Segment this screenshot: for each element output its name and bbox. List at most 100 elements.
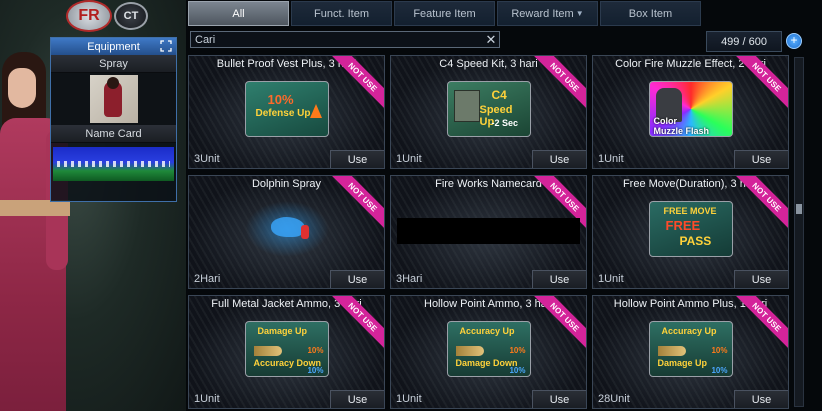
use-button[interactable]: Use xyxy=(532,150,586,168)
search-box: ✕ xyxy=(190,31,500,48)
item-unit: 1Unit xyxy=(598,153,624,165)
icon-text: Defense Up xyxy=(255,108,311,119)
tab-box-item[interactable]: Box Item xyxy=(600,1,701,26)
item-card[interactable]: Free Move(Duration), 3 hari NOT USE FREE… xyxy=(592,175,789,289)
spray-slot[interactable] xyxy=(51,73,176,125)
icon-text: C4 xyxy=(491,88,507,102)
tab-label: Reward Item xyxy=(511,7,574,20)
free-move-icon: FREE MOVE FREE PASS xyxy=(648,201,733,257)
icon-text: Muzzle Flash xyxy=(653,126,710,136)
item-card[interactable]: C4 Speed Kit, 3 hari NOT USE C4 Speed Up… xyxy=(390,55,587,169)
tab-reward-item[interactable]: Reward Item ▼ xyxy=(497,1,598,26)
inventory-count: 499 / 600 xyxy=(706,31,782,52)
item-unit: 3Hari xyxy=(396,273,423,285)
character-belt xyxy=(0,200,70,216)
item-grid: Bullet Proof Vest Plus, 3 hari NOT USE 1… xyxy=(188,55,790,409)
muzzle-effect-icon: Color Muzzle Flash xyxy=(648,81,733,137)
use-button[interactable]: Use xyxy=(734,390,788,408)
icon-text: FREE MOVE xyxy=(663,206,717,216)
namecard-pattern xyxy=(57,161,170,167)
icon-text: Accuracy Up xyxy=(459,326,515,336)
dolphin-accent xyxy=(300,225,309,239)
namecard-slot[interactable] xyxy=(53,147,174,181)
icon-text: 10% xyxy=(307,366,324,375)
tab-all[interactable]: All xyxy=(188,1,289,26)
equipped-spray-image xyxy=(89,75,138,123)
item-card[interactable]: Full Metal Jacket Ammo, 3 hari NOT USE D… xyxy=(188,295,385,409)
item-unit: 3Unit xyxy=(194,153,220,165)
kit-case-icon xyxy=(453,90,480,122)
clear-search-icon[interactable]: ✕ xyxy=(483,32,499,47)
equipment-title: Equipment xyxy=(87,40,140,53)
fr-logo-badge: FR xyxy=(66,0,112,32)
icon-text: 10% xyxy=(509,346,526,355)
icon-text: Color xyxy=(653,116,678,126)
item-unit: 1Unit xyxy=(396,393,422,405)
inventory-scrollbar[interactable] xyxy=(794,57,804,407)
dolphin-spray-icon xyxy=(244,201,329,257)
bullet-icon xyxy=(253,346,282,356)
icon-text: PASS xyxy=(679,234,712,248)
icon-text: 10% xyxy=(267,92,294,107)
bullet-icon xyxy=(455,346,484,356)
tab-feature-item[interactable]: Feature Item xyxy=(394,1,495,26)
item-unit: 1Unit xyxy=(598,273,624,285)
ct-logo-badge: CT xyxy=(114,2,148,30)
icon-text: 10% xyxy=(711,366,728,375)
icon-text: 10% xyxy=(307,346,324,355)
item-unit: 1Unit xyxy=(194,393,220,405)
namecard-icon xyxy=(397,218,580,244)
expand-icon[interactable] xyxy=(160,40,172,52)
tab-label: All xyxy=(232,7,245,20)
tab-label: Feature Item xyxy=(413,7,476,20)
inventory-panel: All Funct. Item Feature Item Reward Item… xyxy=(186,0,822,411)
category-tabs: All Funct. Item Feature Item Reward Item… xyxy=(188,1,701,26)
tab-label: Funct. Item xyxy=(313,7,370,20)
item-card[interactable]: Fire Works Namecard NOT USE 3Hari Use xyxy=(390,175,587,289)
item-card[interactable]: Hollow Point Ammo, 3 hari NOT USE Accura… xyxy=(390,295,587,409)
character-face xyxy=(8,68,36,108)
ammo-icon: Damage Up Accuracy Down 10% 10% xyxy=(244,321,329,377)
item-unit: 28Unit xyxy=(598,393,630,405)
item-card[interactable]: Hollow Point Ammo Plus, 1 hari NOT USE A… xyxy=(592,295,789,409)
equipment-header: Equipment xyxy=(51,38,176,55)
vest-icon: 10% Defense Up xyxy=(244,81,329,137)
item-unit: 2Hari xyxy=(194,273,221,285)
icon-text: 10% xyxy=(711,346,728,355)
use-button[interactable]: Use xyxy=(330,390,384,408)
search-input[interactable] xyxy=(191,33,483,46)
spray-label: Spray xyxy=(51,55,176,73)
tab-label: Box Item xyxy=(628,7,673,20)
character-preview: FR CT Equipment Spray Name Card xyxy=(0,0,186,411)
icon-text: 10% xyxy=(509,366,526,375)
icon-text: -2 Sec xyxy=(491,118,519,128)
icon-text: FREE xyxy=(665,218,701,233)
dolphin-shape xyxy=(270,217,305,237)
game-logo: FR CT xyxy=(66,0,150,34)
ammo-icon: Accuracy Up Damage Up 10% 10% xyxy=(648,321,733,377)
icon-text: Damage Up xyxy=(657,358,708,368)
use-button[interactable]: Use xyxy=(330,270,384,288)
namecard-label: Name Card xyxy=(51,125,176,143)
tab-funct-item[interactable]: Funct. Item xyxy=(291,1,392,26)
equipment-panel: Equipment Spray Name Card xyxy=(50,37,177,202)
use-button[interactable]: Use xyxy=(532,390,586,408)
c4-kit-icon: C4 Speed Up -2 Sec xyxy=(446,81,531,137)
item-card[interactable]: Bullet Proof Vest Plus, 3 hari NOT USE 1… xyxy=(188,55,385,169)
icon-text: Accuracy Up xyxy=(661,326,717,336)
caret-down-icon: ▼ xyxy=(575,9,584,18)
expand-inventory-button[interactable]: + xyxy=(786,33,802,49)
scroll-thumb[interactable] xyxy=(796,204,802,214)
use-button[interactable]: Use xyxy=(532,270,586,288)
use-button[interactable]: Use xyxy=(330,150,384,168)
icon-text: Damage Up xyxy=(257,326,308,336)
icon-text: Damage Down xyxy=(455,358,518,368)
use-button[interactable]: Use xyxy=(734,270,788,288)
item-unit: 1Unit xyxy=(396,153,422,165)
bullet-icon xyxy=(657,346,686,356)
item-card[interactable]: Dolphin Spray NOT USE 2Hari Use xyxy=(188,175,385,289)
item-card[interactable]: Color Fire Muzzle Effect, 2 hari NOT USE… xyxy=(592,55,789,169)
use-button[interactable]: Use xyxy=(734,150,788,168)
ammo-icon: Accuracy Up Damage Down 10% 10% xyxy=(446,321,531,377)
arrow-up-icon xyxy=(309,104,322,118)
